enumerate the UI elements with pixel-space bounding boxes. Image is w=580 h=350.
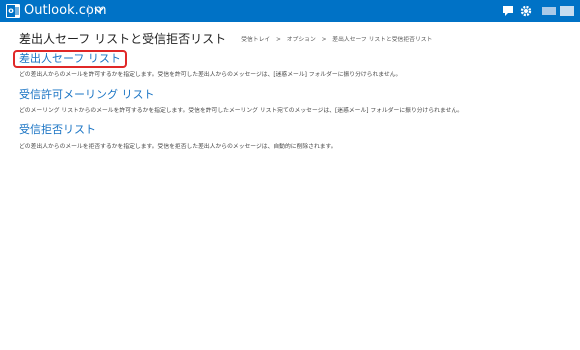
- chat-icon[interactable]: [502, 5, 514, 17]
- safe-senders-link[interactable]: 差出人セーフ リスト: [13, 50, 127, 68]
- top-right-icons: [480, 0, 580, 22]
- top-navigation-bar: o Outlook.com: [0, 0, 580, 22]
- breadcrumb-inbox[interactable]: 受信トレイ: [241, 37, 270, 43]
- safe-mailing-lists-link[interactable]: 受信許可メーリング リスト: [19, 88, 155, 102]
- outlook-logo-icon[interactable]: o: [6, 4, 20, 18]
- breadcrumb-separator: >: [276, 37, 281, 43]
- chevron-down-icon[interactable]: [93, 4, 105, 16]
- breadcrumb: 受信トレイ > オプション > 差出人セーフ リストと受信拒否リスト: [241, 34, 436, 43]
- logo-letter: o: [7, 5, 15, 17]
- brand-divider: [88, 5, 89, 17]
- account-name-tile[interactable]: [542, 7, 556, 15]
- blocked-senders-description: どの差出人からのメールを拒否するかを指定します。受信を拒否した差出人からのメッセ…: [19, 144, 337, 150]
- safe-mailing-lists-description: どのメーリング リストからのメールを許可するかを指定します。受信を許可したメーリ…: [19, 108, 463, 114]
- page-title: 差出人セーフ リストと受信拒否リスト: [19, 31, 227, 46]
- breadcrumb-current: 差出人セーフ リストと受信拒否リスト: [332, 37, 433, 43]
- page-header: 差出人セーフ リストと受信拒否リスト 受信トレイ > オプション > 差出人セー…: [19, 28, 436, 46]
- breadcrumb-separator: >: [321, 37, 327, 43]
- blocked-senders-link[interactable]: 受信拒否リスト: [19, 123, 96, 137]
- breadcrumb-options[interactable]: オプション: [287, 37, 316, 43]
- logo-envelope: [15, 7, 19, 15]
- safe-senders-description: どの差出人からのメールを許可するかを指定します。受信を許可した差出人からのメッセ…: [19, 72, 402, 78]
- gear-icon[interactable]: [520, 5, 532, 17]
- avatar[interactable]: [560, 6, 574, 16]
